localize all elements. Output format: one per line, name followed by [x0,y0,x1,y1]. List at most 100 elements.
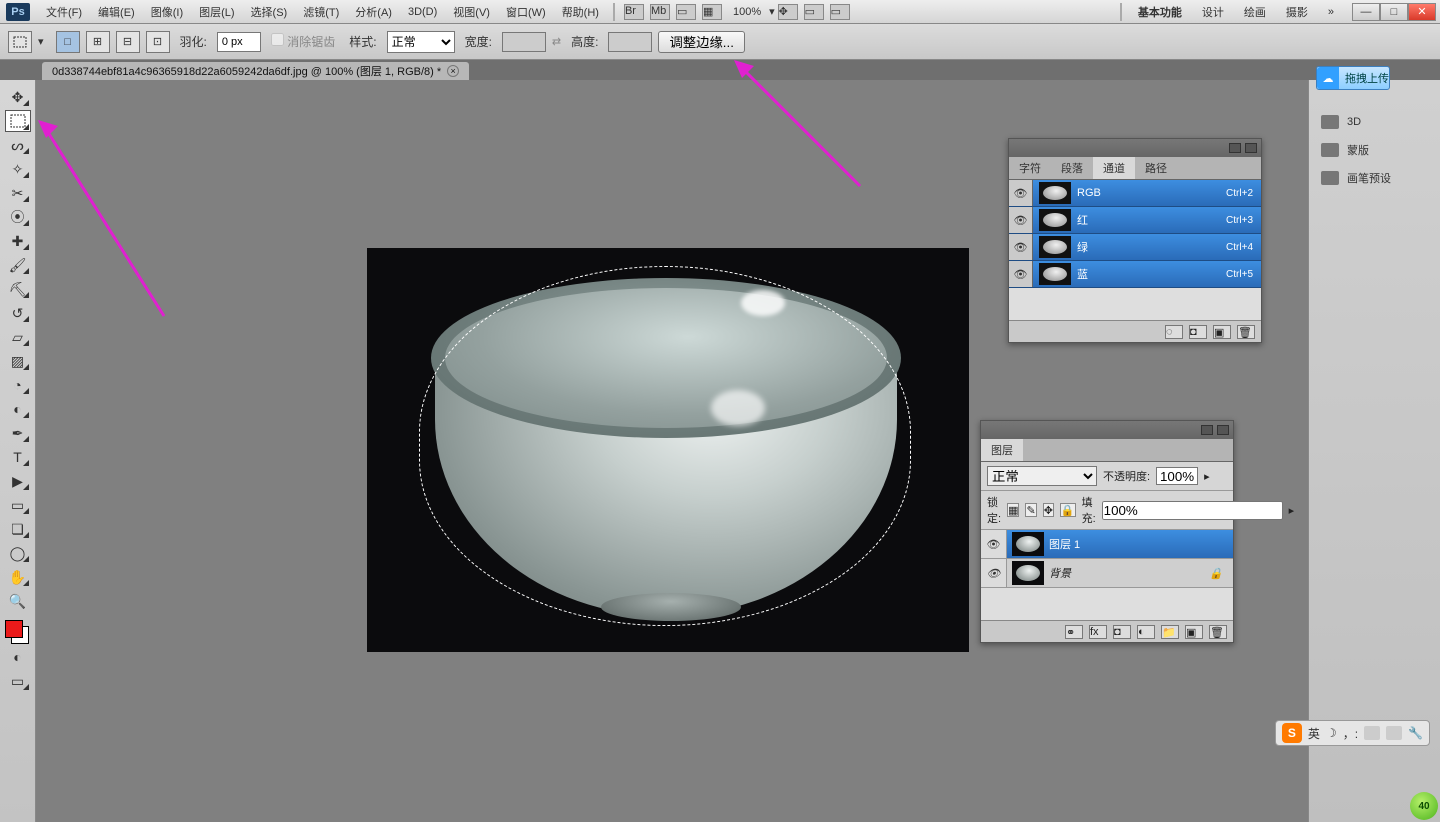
eye-icon[interactable]: 👁 [1009,207,1033,233]
path-select-tool[interactable]: ▶ [5,470,31,492]
current-tool-icon[interactable] [8,31,32,53]
foreground-color[interactable] [5,620,23,638]
3d-tool[interactable]: ❏ [5,518,31,540]
eyedropper-tool[interactable]: ⦿ [5,206,31,228]
marquee-tool[interactable] [5,110,31,132]
ws-photography[interactable]: 摄影 [1276,4,1318,20]
document-tab[interactable]: 0d338744ebf81a4c96365918d22a6059242da6df… [42,62,469,80]
blend-mode-select[interactable]: 正常 [987,466,1097,486]
menu-view[interactable]: 视图(V) [445,4,498,20]
color-swatches[interactable] [5,620,31,644]
upload-widget[interactable]: ☁ 拖拽上传 [1316,66,1390,90]
close-tab-icon[interactable]: × [447,65,459,77]
sel-sub-icon[interactable]: ⊟ [116,31,140,53]
stamp-tool[interactable]: ⛏ [5,278,31,300]
eye-icon[interactable]: 👁 [1009,234,1033,260]
eraser-tool[interactable]: ▱ [5,326,31,348]
type-tool[interactable]: T [5,446,31,468]
ime-toolbar[interactable]: S 英 ☽ ，: 🔧 [1275,720,1430,746]
new-channel-icon[interactable]: ▣ [1213,325,1231,339]
lasso-tool[interactable]: ᔕ [5,134,31,156]
menu-image[interactable]: 图像(I) [143,4,191,20]
crop-tool[interactable]: ✂ [5,182,31,204]
channel-rgb[interactable]: 👁RGBCtrl+2 [1009,180,1261,207]
screen-mode-toggle[interactable]: ▭ [5,670,31,692]
window-maximize[interactable]: □ [1380,3,1408,21]
shape-tool[interactable]: ▭ [5,494,31,516]
opacity-input[interactable] [1156,467,1198,485]
channel-blue[interactable]: 👁蓝Ctrl+5 [1009,261,1261,288]
notification-badge[interactable]: 40 [1410,792,1438,820]
sel-new-icon[interactable]: □ [56,31,80,53]
eye-icon[interactable]: 👁 [1009,261,1033,287]
new-layer-icon[interactable]: ▣ [1185,625,1203,639]
ws-more-icon[interactable]: » [1318,6,1344,18]
eye-icon[interactable]: 👁 [1009,180,1033,206]
mask-icon[interactable]: ◘ [1113,625,1131,639]
magic-wand-tool[interactable]: ✧ [5,158,31,180]
quick-mask-toggle[interactable]: ◐ [5,646,31,668]
collapsed-mask[interactable]: 蒙版 [1309,136,1440,164]
refine-edge-button[interactable]: 调整边缘... [658,31,744,53]
channel-green[interactable]: 👁绿Ctrl+4 [1009,234,1261,261]
keyboard-icon[interactable] [1364,726,1380,740]
load-sel-icon[interactable]: ◌ [1165,325,1183,339]
sel-intersect-icon[interactable]: ⊡ [146,31,170,53]
half-moon-icon[interactable]: ☽ [1326,726,1337,740]
layer-name[interactable]: 图层 1 [1049,536,1080,552]
doc-arrange-icon[interactable]: ▭ [830,4,850,20]
extras-icon[interactable]: ▦ [702,4,722,20]
healing-tool[interactable]: ✚ [5,230,31,252]
dodge-tool[interactable]: ◐ [5,398,31,420]
brush-tool[interactable]: 🖌 [5,254,31,276]
layer-row[interactable]: 👁 图层 1 [981,530,1233,559]
sel-add-icon[interactable]: ⊞ [86,31,110,53]
layer-name[interactable]: 背景 [1049,565,1071,581]
save-sel-icon[interactable]: ◘ [1189,325,1207,339]
bridge-icon[interactable]: Br [624,4,644,20]
pen-tool[interactable]: ✒ [5,422,31,444]
3d-camera-tool[interactable]: ◯ [5,542,31,564]
panel-header[interactable] [981,421,1233,439]
tab-paths[interactable]: 路径 [1135,157,1177,179]
ws-design[interactable]: 设计 [1192,4,1234,20]
layer-row[interactable]: 👁 背景 🔒 [981,559,1233,588]
ime-lang[interactable]: 英 [1308,725,1320,742]
arrange-icon[interactable]: ▭ [804,4,824,20]
fx-icon[interactable]: fx [1089,625,1107,639]
fill-input[interactable] [1102,501,1283,520]
trash-icon[interactable]: 🗑 [1209,625,1227,639]
lock-move-icon[interactable]: ✥ [1043,503,1054,517]
feather-input[interactable] [217,32,261,52]
link-icon[interactable]: ⚭ [1065,625,1083,639]
zoom-tool[interactable]: 🔍 [5,590,31,612]
hand-icon[interactable]: ✥ [778,4,798,20]
menu-filter[interactable]: 滤镜(T) [295,4,347,20]
menu-file[interactable]: 文件(F) [38,4,90,20]
channels-panel[interactable]: 字符 段落 通道 路径 👁RGBCtrl+2 👁红Ctrl+3 👁绿Ctrl+4… [1008,138,1262,343]
window-minimize[interactable]: — [1352,3,1380,21]
lock-trans-icon[interactable]: ▦ [1007,503,1019,517]
history-brush-tool[interactable]: ↺ [5,302,31,324]
gradient-tool[interactable]: ▨ [5,350,31,372]
group-icon[interactable]: 📁 [1161,625,1179,639]
screen-mode-icon[interactable]: ▭ [676,4,696,20]
sogou-icon[interactable]: S [1282,723,1302,743]
menu-edit[interactable]: 编辑(E) [90,4,143,20]
tab-character[interactable]: 字符 [1009,157,1051,179]
minibridge-icon[interactable]: Mb [650,4,670,20]
menu-help[interactable]: 帮助(H) [554,4,607,20]
hand-tool[interactable]: ✋ [5,566,31,588]
menu-window[interactable]: 窗口(W) [498,4,554,20]
tab-layers[interactable]: 图层 [981,439,1023,461]
move-tool[interactable]: ✥ [5,86,31,108]
eye-icon[interactable]: 👁 [981,530,1007,558]
style-select[interactable]: 正常 [387,31,455,53]
adjustment-icon[interactable]: ◐ [1137,625,1155,639]
panel-header[interactable] [1009,139,1261,157]
channel-red[interactable]: 👁红Ctrl+3 [1009,207,1261,234]
lock-paint-icon[interactable]: ✎ [1025,503,1036,517]
ws-painting[interactable]: 绘画 [1234,4,1276,20]
layers-panel[interactable]: 图层 正常 不透明度: ▸ 锁定: ▦ ✎ ✥ 🔒 填充: ▸ 👁 图层 1 👁… [980,420,1234,643]
zoom-level[interactable]: 100% [725,6,769,18]
